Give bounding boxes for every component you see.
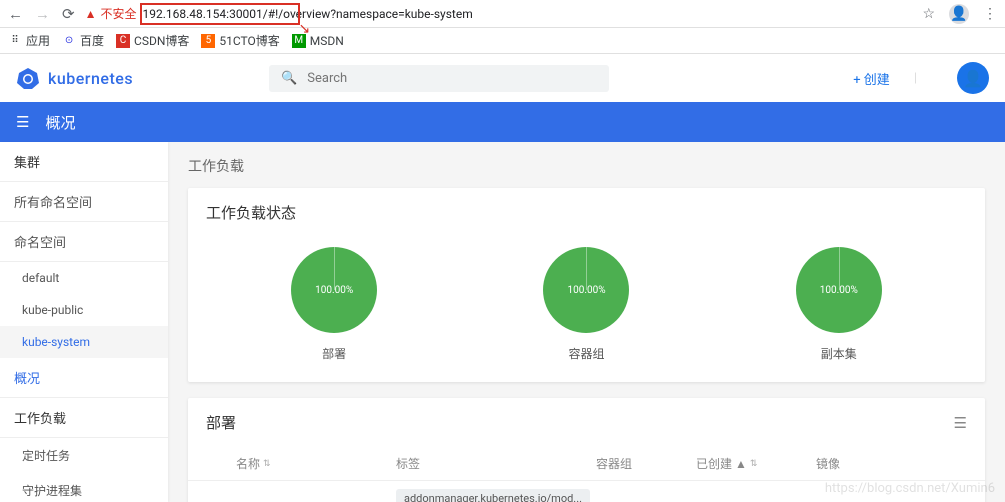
pie-pods: 100.00% [543, 247, 629, 333]
table-row: ✓ kubernetes-dashboard addonmanager.kube… [188, 481, 985, 502]
sort-icon: ⇅ [263, 459, 271, 469]
page-title: 工作负载 [188, 156, 985, 176]
insecure-label: 不安全 [100, 5, 136, 22]
table-header: 名称⇅ 标签 容器组 已创建 ▲⇅ 镜像 [188, 447, 985, 481]
create-button[interactable]: + 创建 [853, 69, 890, 88]
apps-shortcut[interactable]: ⠿ 应用 [8, 32, 50, 49]
user-avatar[interactable]: 👤 [957, 62, 989, 94]
pie-deployments-pct: 100.00% [315, 285, 353, 296]
th-pods: 容器组 [596, 455, 696, 472]
pie-deployments: 100.00% [291, 247, 377, 333]
kebab-icon[interactable]: ⋮ [983, 6, 997, 22]
profile-icon[interactable]: 👤 [949, 4, 969, 24]
sort-up-icon: ▲ [735, 457, 747, 471]
warning-icon: ▲ [85, 7, 97, 21]
person-icon: 👤 [963, 69, 983, 88]
logo[interactable]: kubernetes [16, 66, 133, 90]
forward-icon[interactable]: → [35, 5, 50, 23]
charts-row: 100.00% 部署 100.00% 容器组 100.00% 副本集 [188, 237, 985, 382]
back-icon[interactable]: ← [8, 5, 23, 23]
sidebar-cronjobs[interactable]: 定时任务 [0, 438, 168, 473]
insecure-badge: ▲ 不安全 [85, 5, 137, 22]
th-image: 镜像 [816, 455, 937, 472]
search-input[interactable] [307, 71, 597, 86]
divider: | [914, 71, 917, 86]
sidebar-daemonsets[interactable]: 守护进程集 [0, 473, 168, 502]
th-labels: 标签 [396, 455, 596, 472]
pie-pods-pct: 100.00% [567, 285, 605, 296]
brand-text: kubernetes [48, 69, 133, 88]
csdn-label: CSDN博客 [134, 32, 189, 49]
baidu-label: 百度 [80, 32, 104, 49]
chart-pods-label: 容器组 [568, 345, 604, 362]
workload-status-card: 工作负载状态 100.00% 部署 100.00% 容器组 100.00% 副本… [188, 188, 985, 382]
browser-nav: ← → ⟳ [8, 5, 75, 23]
bookmarks-bar: ⠿应用 ⊙百度 CCSDN博客 551CTO博客 MMSDN [0, 28, 1005, 54]
workload-status-title: 工作负载状态 [188, 188, 985, 237]
url-text-wrap: ↘ 192.168.48.154:30001/#!/overview?names… [142, 7, 472, 21]
chart-deployments-label: 部署 [322, 345, 346, 362]
labels-cell: addonmanager.kubernetes.io/mod... k8s-ap… [396, 489, 596, 502]
cto-icon: 5 [201, 34, 215, 48]
address-bar[interactable]: ▲ 不安全 ↘ 192.168.48.154:30001/#!/overview… [85, 5, 913, 22]
deployments-header: 部署 ☰ [188, 398, 985, 447]
label-tag: addonmanager.kubernetes.io/mod... [396, 489, 590, 502]
search-icon: 🔍 [281, 71, 297, 86]
th-name[interactable]: 名称⇅ [236, 455, 396, 472]
page-titlebar: ☰ 概况 [0, 102, 1005, 142]
url-text: 192.168.48.154:30001/#!/overview?namespa… [142, 7, 472, 21]
chart-replicasets: 100.00% 副本集 [796, 247, 882, 362]
apps-label: 应用 [26, 32, 50, 49]
sidebar-ns-kube-system[interactable]: kube-system [0, 326, 168, 358]
sidebar-all-namespaces[interactable]: 所有命名空间 [0, 182, 168, 222]
kubernetes-icon [16, 66, 40, 90]
page-titlebar-text: 概况 [45, 112, 75, 133]
sidebar-ns-default[interactable]: default [0, 262, 168, 294]
th-created[interactable]: 已创建 ▲⇅ [696, 455, 816, 472]
msdn-label: MSDN [310, 34, 344, 48]
star-icon[interactable]: ☆ [922, 6, 935, 22]
sidebar-workloads[interactable]: 工作负载 [0, 398, 168, 438]
chart-pods: 100.00% 容器组 [543, 247, 629, 362]
search-box[interactable]: 🔍 [269, 65, 609, 92]
deployments-title: 部署 [206, 412, 236, 433]
pie-replicasets-pct: 100.00% [820, 285, 858, 296]
main-content: 工作负载 工作负载状态 100.00% 部署 100.00% 容器组 100.0… [168, 142, 1005, 502]
sidebar-ns-kube-public[interactable]: kube-public [0, 294, 168, 326]
deployments-card: 部署 ☰ 名称⇅ 标签 容器组 已创建 ▲⇅ 镜像 ✓ kubernetes-d… [188, 398, 985, 502]
bookmark-51cto[interactable]: 5 51CTO博客 [201, 32, 279, 49]
chart-deployments: 100.00% 部署 [291, 247, 377, 362]
pie-replicasets: 100.00% [796, 247, 882, 333]
apps-icon: ⠿ [8, 34, 22, 48]
filter-icon[interactable]: ☰ [954, 414, 967, 432]
chart-replicasets-label: 副本集 [821, 345, 857, 362]
csdn-icon: C [116, 34, 130, 48]
bookmark-csdn[interactable]: C CSDN博客 [116, 32, 189, 49]
reload-icon[interactable]: ⟳ [62, 5, 75, 23]
sort-icon: ⇅ [750, 459, 758, 469]
baidu-icon: ⊙ [62, 34, 76, 48]
layout: 集群 所有命名空间 命名空间 default kube-public kube-… [0, 142, 1005, 502]
cto-label: 51CTO博客 [219, 32, 279, 49]
deployments-table: 名称⇅ 标签 容器组 已创建 ▲⇅ 镜像 ✓ kubernetes-dashbo… [188, 447, 985, 502]
menu-icon[interactable]: ☰ [16, 113, 29, 131]
browser-right-icons: ☆ 👤 ⋮ [922, 4, 997, 24]
app-header: kubernetes 🔍 + 创建 | 👤 [0, 54, 1005, 102]
sidebar-namespaces[interactable]: 命名空间 [0, 222, 168, 262]
sidebar-overview[interactable]: 概况 [0, 358, 168, 398]
url-annotation-arrow: ↘ [298, 21, 310, 37]
bookmark-baidu[interactable]: ⊙ 百度 [62, 32, 104, 49]
sidebar-cluster[interactable]: 集群 [0, 142, 168, 182]
sidebar: 集群 所有命名空间 命名空间 default kube-public kube-… [0, 142, 168, 502]
browser-toolbar: ← → ⟳ ▲ 不安全 ↘ 192.168.48.154:30001/#!/ov… [0, 0, 1005, 28]
